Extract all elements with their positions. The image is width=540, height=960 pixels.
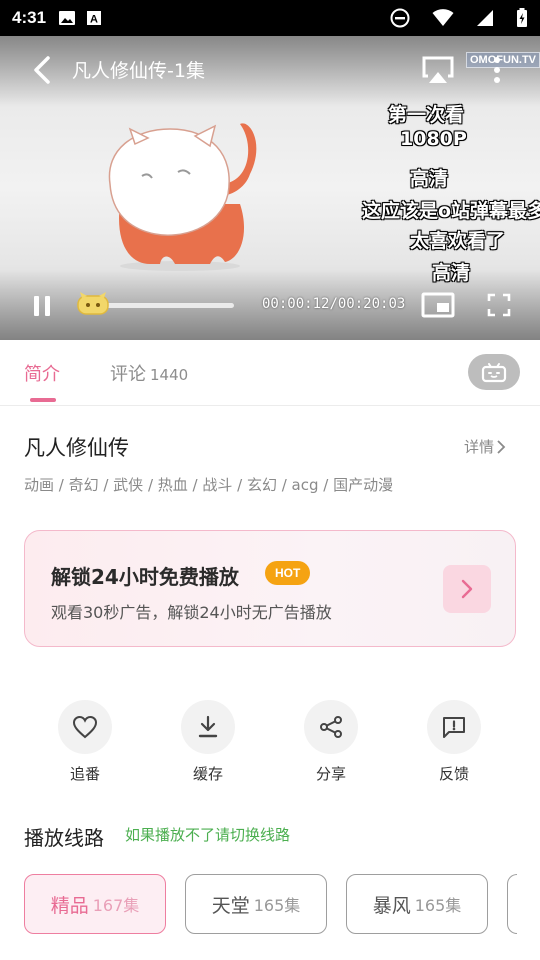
pip-button[interactable]: [420, 290, 456, 320]
share-button[interactable]: 分享: [296, 700, 366, 790]
follow-label: 追番: [69, 765, 100, 783]
danmaku-comment: 太喜欢看了: [410, 230, 506, 252]
route-count: 165集: [253, 896, 301, 915]
route-item-tiantang[interactable]: 天堂 165集: [185, 874, 327, 934]
video-title: 凡人修仙传-1集: [72, 60, 205, 82]
screen: 4:31 A 凡人修仙传-1集 OMOFUN.TV 第一次看 1080P 高清 …: [0, 0, 540, 960]
signal-icon: [476, 9, 494, 27]
cat-illustration: [108, 123, 257, 271]
time-display: 00:00:12/00:20:03: [262, 296, 405, 312]
video-player[interactable]: 凡人修仙传-1集 OMOFUN.TV 第一次看 1080P 高清 这应该是o站弹…: [0, 36, 540, 340]
details-link[interactable]: 详情: [464, 436, 506, 457]
danmaku-comment: 高清: [432, 262, 471, 284]
route-item-baofeng[interactable]: 暴风 165集: [346, 874, 488, 934]
danmaku-comment: 1080P: [400, 128, 467, 150]
danmaku-comment: 第一次看: [388, 104, 465, 126]
promo-arrow-button[interactable]: [443, 565, 491, 613]
comments-count: 1440: [150, 366, 189, 384]
download-icon: [198, 715, 218, 738]
svg-text:A: A: [90, 14, 98, 26]
route-item-jingpin[interactable]: 精品 167集: [24, 874, 166, 934]
routes-hint: 如果播放不了请切换线路: [125, 826, 291, 844]
genre-tags: 动画 / 奇幻 / 武侠 / 热血 / 战斗 / 玄幻 / acg / 国产动漫: [24, 476, 394, 494]
share-icon: [320, 716, 342, 738]
route-count: 167集: [92, 896, 140, 915]
content-tabs: 简介 评论 1440: [0, 340, 540, 406]
status-time: 4:31: [12, 8, 47, 27]
details-label: 详情: [464, 438, 495, 456]
tv-icon: [481, 363, 507, 383]
follow-button[interactable]: 追番: [50, 700, 120, 790]
chevron-right-icon: [497, 439, 506, 454]
battery-icon: [516, 8, 528, 28]
progress-thumb-icon[interactable]: [76, 292, 110, 316]
status-bar: 4:31 A: [0, 0, 540, 36]
image-icon: [58, 10, 76, 26]
heart-icon: [72, 715, 98, 739]
cache-button[interactable]: 缓存: [173, 700, 243, 790]
picture-in-picture-icon: [421, 292, 455, 318]
action-bar: 追番 缓存 分享 反馈: [0, 700, 540, 790]
a-icon: A: [86, 10, 102, 26]
chevron-left-icon: [34, 56, 50, 84]
unlock-promo-card[interactable]: 解锁24小时免费播放 HOT 观看30秒广告，解锁24小时无广告播放: [24, 530, 516, 647]
feedback-icon: [443, 717, 465, 738]
tab-indicator: [30, 398, 56, 402]
current-time: 00:00:12: [262, 296, 330, 312]
show-title: 凡人修仙传: [24, 436, 129, 460]
dnd-icon: [390, 8, 410, 28]
danmaku-comment: 这应该是o站弹幕最多的了: [362, 200, 540, 222]
cast-button[interactable]: [418, 52, 458, 88]
chevron-right-icon: [461, 579, 473, 599]
route-count: 165集: [414, 896, 462, 915]
danmaku-comment: 高清: [410, 168, 449, 190]
cache-label: 缓存: [192, 765, 223, 783]
hot-badge: HOT: [265, 561, 311, 585]
airplay-icon: [422, 56, 454, 83]
routes-title: 播放线路: [24, 826, 104, 850]
route-name: 暴风: [372, 894, 411, 917]
total-time: 00:20:03: [337, 296, 406, 312]
route-name: 精品: [50, 894, 89, 917]
tab-comments[interactable]: 评论 1440: [110, 360, 188, 386]
back-button[interactable]: [26, 52, 58, 88]
fullscreen-icon: [487, 293, 511, 317]
tab-comments-label: 评论: [110, 364, 146, 385]
feedback-label: 反馈: [438, 765, 469, 783]
promo-subtitle: 观看30秒广告，解锁24小时无广告播放: [51, 603, 332, 622]
more-vertical-icon: [494, 57, 500, 83]
route-item-next[interactable]: [507, 874, 517, 934]
share-label: 分享: [315, 765, 346, 783]
fullscreen-button[interactable]: [484, 290, 514, 320]
feedback-button[interactable]: 反馈: [419, 700, 489, 790]
wifi-icon: [432, 9, 454, 27]
tab-intro[interactable]: 简介: [24, 360, 60, 386]
promo-title: 解锁24小时免费播放: [51, 565, 239, 589]
time-separator: /: [329, 296, 338, 312]
pause-button[interactable]: [28, 292, 56, 320]
pause-icon: [34, 296, 50, 316]
route-name: 天堂: [211, 894, 250, 917]
danmaku-toggle-button[interactable]: [468, 354, 520, 390]
more-button[interactable]: [484, 52, 510, 88]
